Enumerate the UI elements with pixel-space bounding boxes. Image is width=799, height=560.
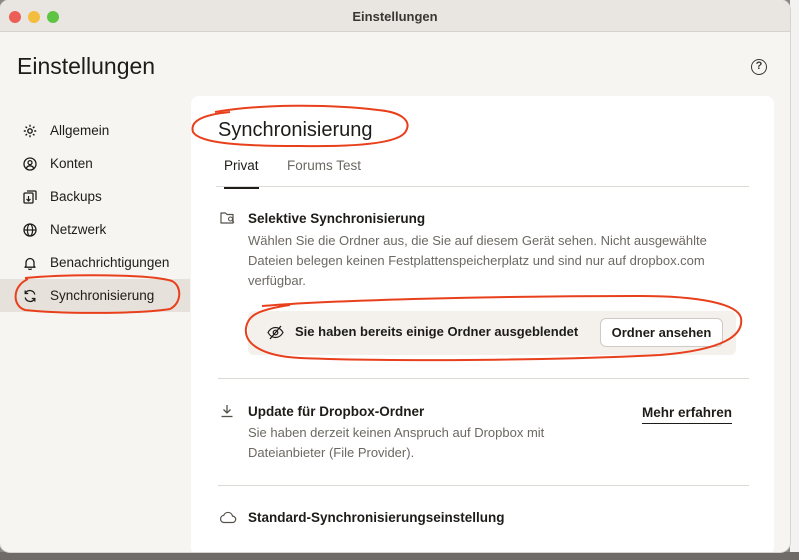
sidebar-item-label: Konten [50,156,93,171]
globe-icon [22,222,38,238]
sidebar-item-backups[interactable]: Backups [0,180,190,213]
sidebar-item-label: Allgemein [50,123,110,138]
sync-settings-panel: Synchronisierung Privat Forums Test Sele… [191,96,774,552]
sidebar-item-konten[interactable]: Konten [0,147,190,180]
sidebar-item-allgemein[interactable]: Allgemein [0,114,190,147]
settings-window: Einstellungen Einstellungen ? Allgemein … [0,0,790,552]
gear-icon [22,123,38,139]
selective-sync-description: Wählen Sie die Ordner aus, die Sie auf d… [248,231,707,291]
description-line: Dateien belegen keinen Festplattenspeich… [248,253,705,268]
backup-icon [22,189,38,205]
folder-search-icon [220,211,236,227]
question-circle-icon[interactable]: ? [751,59,767,75]
description-line: Dateianbieter (File Provider). [248,445,415,460]
title-bar: Einstellungen [0,0,790,32]
section-divider [218,378,749,379]
bell-icon [22,255,38,271]
tab-bar: Privat Forums Test [216,156,749,189]
description-line: Sie haben derzeit keinen Anspruch auf Dr… [248,425,545,440]
learn-more-link[interactable]: Mehr erfahren [642,405,733,424]
background-desktop [0,552,799,560]
hidden-folders-text: Sie haben bereits einige Ordner ausgeble… [295,324,579,339]
view-folders-button[interactable]: Ordner ansehen [600,318,723,347]
tab-privat[interactable]: Privat [224,158,259,189]
selective-sync-title: Selektive Synchronisierung [248,211,426,226]
person-circle-icon [22,156,38,172]
description-line: Wählen Sie die Ordner aus, die Sie auf d… [248,233,707,248]
sidebar-item-label: Backups [50,189,102,204]
eye-off-icon [267,325,284,341]
description-line: verfügbar. [248,273,306,288]
sidebar: Allgemein Konten Backups Netzwerk Benach… [0,114,190,312]
update-folder-description: Sie haben derzeit keinen Anspruch auf Dr… [248,423,544,463]
standard-sync-title: Standard-Synchronisierungseinstellung [248,510,505,525]
section-title: Synchronisierung [218,119,373,141]
tab-forums-test[interactable]: Forums Test [287,158,361,187]
sidebar-item-label: Benachrichtigungen [50,255,170,270]
sync-icon [22,288,38,304]
hidden-folders-banner: Sie haben bereits einige Ordner ausgeble… [248,311,736,355]
download-icon [220,404,236,420]
help-symbol: ? [755,60,763,72]
sidebar-item-label: Synchronisierung [50,288,155,303]
sidebar-item-benachrichtigungen[interactable]: Benachrichtigungen [0,246,190,279]
sidebar-item-netzwerk[interactable]: Netzwerk [0,213,190,246]
section-divider [218,485,749,486]
sidebar-item-label: Netzwerk [50,222,107,237]
sidebar-item-synchronisierung[interactable]: Synchronisierung [0,279,190,312]
window-title: Einstellungen [352,9,438,24]
cloud-icon [219,510,237,526]
update-folder-title: Update für Dropbox-Ordner [248,404,425,419]
page-title: Einstellungen [17,53,156,79]
background-window-edge [790,0,799,560]
